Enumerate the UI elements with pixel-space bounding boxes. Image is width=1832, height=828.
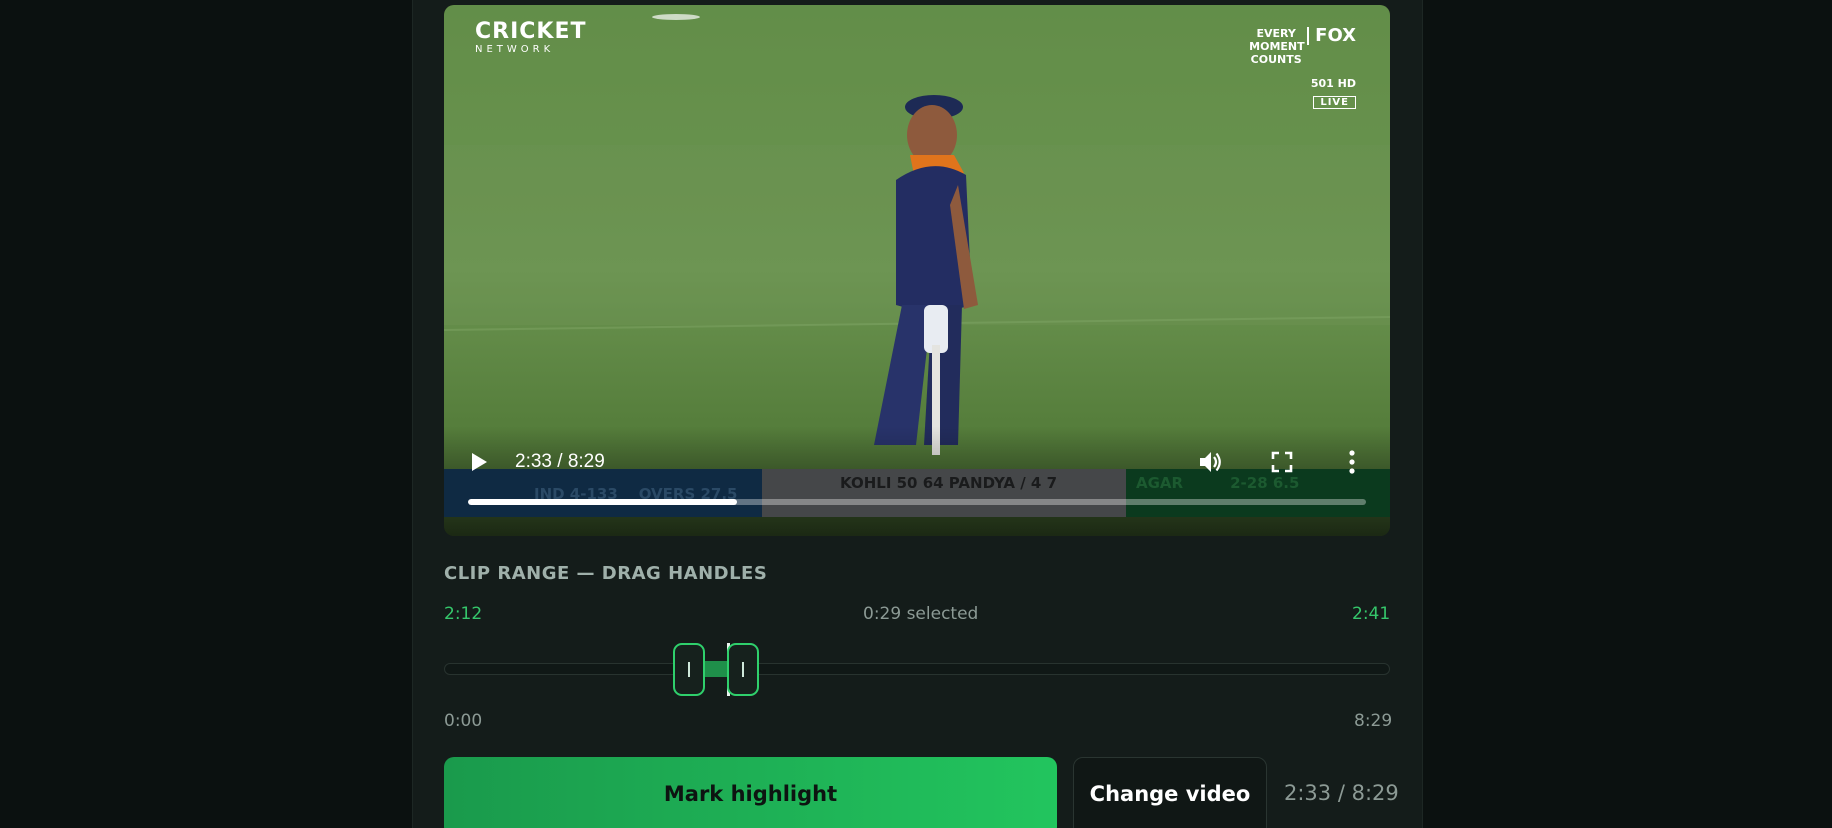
fox-sports-logo: EVERY MOMENT COUNTSFOX 501 HD LIVE xyxy=(1249,25,1356,109)
team-score: IND 4-133 OVERS 27.5 xyxy=(444,469,762,517)
current-time-readout: 2:33 / 8:29 xyxy=(1284,781,1399,805)
clip-range-title: CLIP RANGE — DRAG HANDLES xyxy=(444,563,768,584)
video-progress-bar[interactable] xyxy=(468,499,1366,505)
video-progress-fill xyxy=(468,499,738,505)
video-player[interactable]: CRICKET NETWORK EVERY MOMENT COUNTSFOX 5… xyxy=(444,5,1390,536)
change-video-button[interactable]: Change video xyxy=(1073,757,1267,828)
clip-end-time: 2:41 xyxy=(1352,604,1391,624)
more-vert-icon[interactable] xyxy=(1348,449,1356,479)
fullscreen-icon[interactable] xyxy=(1270,450,1294,478)
mark-highlight-button[interactable]: Mark highlight xyxy=(444,757,1057,828)
clip-end-handle[interactable] xyxy=(726,643,759,696)
clip-selected-duration: 0:29 selected xyxy=(863,604,979,624)
batters-score: KOHLI 50 64 PANDYA / 4 7 xyxy=(762,469,1126,517)
range-max-time: 8:29 xyxy=(1354,711,1393,731)
score-bar: IND 4-133 OVERS 27.5 KOHLI 50 64 PANDYA … xyxy=(444,469,1390,517)
clip-range-track[interactable] xyxy=(444,663,1390,675)
range-min-time: 0:00 xyxy=(444,711,483,731)
clip-start-handle[interactable] xyxy=(673,643,705,696)
clip-start-time: 2:12 xyxy=(444,604,483,624)
cricket-network-logo: CRICKET NETWORK xyxy=(475,19,587,56)
video-time-display: 2:33 / 8:29 xyxy=(515,451,605,472)
play-icon[interactable] xyxy=(468,450,490,478)
volume-icon[interactable] xyxy=(1196,448,1224,480)
